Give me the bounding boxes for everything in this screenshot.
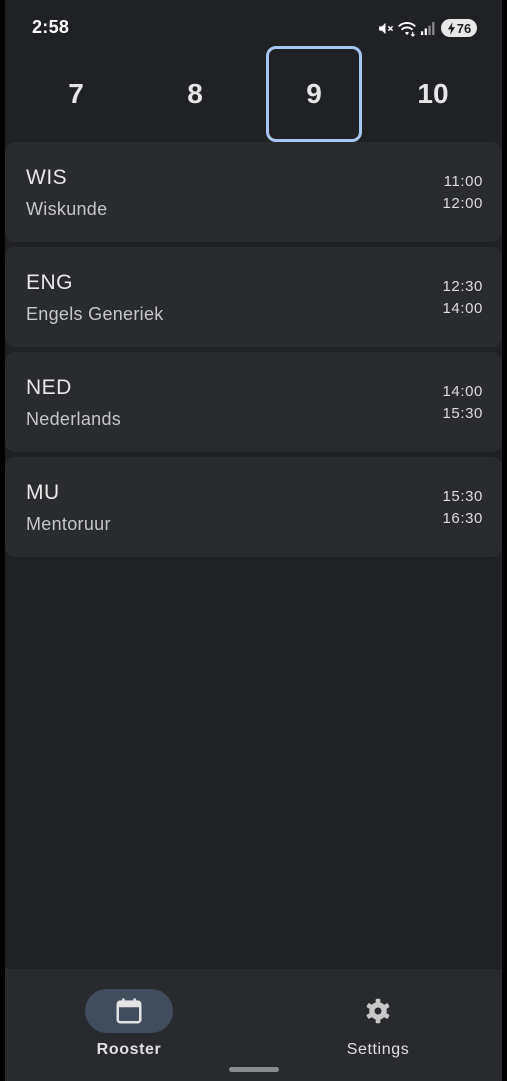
- lesson-code: ENG: [26, 271, 74, 294]
- nav-item-settings[interactable]: Settings: [254, 969, 502, 1081]
- lesson-start-time: 15:30: [442, 488, 483, 505]
- nav-active-indicator: [85, 989, 173, 1033]
- lesson-start-time: 12:30: [442, 278, 483, 295]
- lesson-code: WIS: [26, 166, 68, 189]
- app-screen: 2:58 76 7 8 9 10 WIS Wiskunde 11:00 12:0…: [5, 0, 502, 1081]
- battery-level: 76: [456, 20, 472, 36]
- lesson-name: Mentoruur: [26, 514, 111, 534]
- signal-icon: [420, 21, 435, 36]
- lesson-end-time: 12:00: [442, 195, 483, 212]
- bottom-navigation: Rooster Settings: [5, 969, 502, 1081]
- gesture-handle[interactable]: [229, 1067, 279, 1072]
- nav-label-settings: Settings: [346, 1041, 410, 1058]
- day-tab-10[interactable]: 10: [385, 46, 481, 142]
- day-selector: 7 8 9 10: [5, 46, 502, 142]
- lesson-card[interactable]: ENG Engels Generiek 12:30 14:00: [5, 247, 502, 347]
- lesson-name: Engels Generiek: [26, 304, 164, 324]
- status-icons: 76: [377, 18, 477, 38]
- day-label: 8: [187, 78, 203, 109]
- day-label: 10: [417, 78, 449, 109]
- nav-item-rooster[interactable]: Rooster: [5, 969, 253, 1081]
- lesson-end-time: 15:30: [442, 405, 483, 422]
- lesson-end-time: 16:30: [442, 510, 483, 527]
- mute-icon: [377, 20, 394, 37]
- lesson-code: NED: [26, 376, 72, 399]
- lesson-name: Wiskunde: [26, 199, 108, 219]
- nav-icon-container: [334, 989, 422, 1033]
- status-bar: 2:58 76: [5, 0, 502, 52]
- wifi-icon: [397, 20, 417, 37]
- lesson-code: MU: [26, 481, 60, 504]
- lesson-end-time: 14:00: [442, 300, 483, 317]
- day-label: 9: [306, 78, 322, 109]
- day-tab-9[interactable]: 9: [266, 46, 362, 142]
- day-tab-7[interactable]: 7: [28, 46, 124, 142]
- nav-label-rooster: Rooster: [96, 1041, 162, 1058]
- battery-indicator: 76: [441, 19, 477, 37]
- gear-icon: [366, 998, 390, 1024]
- status-time: 2:58: [32, 17, 70, 37]
- lesson-name: Nederlands: [26, 409, 122, 429]
- day-tab-8[interactable]: 8: [147, 46, 243, 142]
- calendar-icon: [116, 998, 142, 1024]
- lesson-start-time: 11:00: [443, 173, 483, 190]
- lesson-start-time: 14:00: [442, 383, 483, 400]
- lesson-card[interactable]: WIS Wiskunde 11:00 12:00: [5, 142, 502, 242]
- lesson-card[interactable]: NED Nederlands 14:00 15:30: [5, 352, 502, 452]
- lesson-card[interactable]: MU Mentoruur 15:30 16:30: [5, 457, 502, 557]
- battery-charging-icon: [447, 21, 455, 35]
- day-label: 7: [68, 78, 84, 109]
